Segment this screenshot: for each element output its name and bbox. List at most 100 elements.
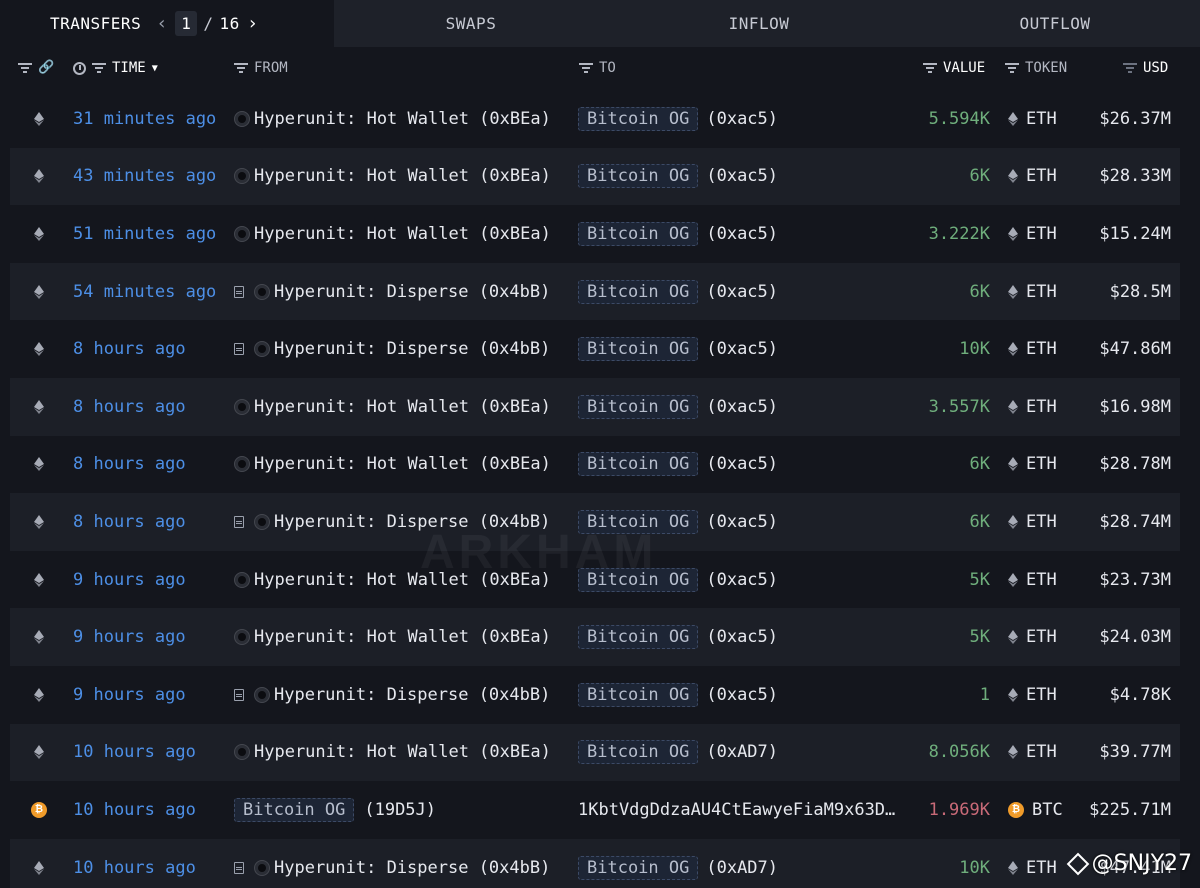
token-cell[interactable]: ETH (1008, 724, 1057, 782)
time-link[interactable]: 8 hours ago (73, 493, 186, 551)
time-link[interactable]: 43 minutes ago (73, 148, 216, 206)
header-from[interactable]: FROM (234, 60, 288, 76)
from-entity[interactable]: Hyperunit: Hot Wallet (0xBEa) (254, 166, 551, 186)
to-address[interactable]: (0xac5) (706, 109, 778, 129)
tab-swaps[interactable]: SWAPS (334, 0, 608, 47)
from-entity[interactable]: Hyperunit: Disperse (0x4bB) (274, 339, 550, 359)
token-cell[interactable]: ETH (1008, 666, 1057, 724)
time-link[interactable]: 10 hours ago (73, 839, 196, 888)
table-row[interactable]: 8 hours ago Hyperunit: Hot Wallet (0xBEa)… (10, 436, 1180, 494)
filter-icon[interactable] (234, 63, 248, 73)
page-current[interactable]: 1 (175, 11, 198, 36)
to-entity-badge[interactable]: Bitcoin OG (578, 337, 699, 362)
to-address[interactable]: (0xAD7) (706, 742, 778, 762)
from-entity[interactable]: Hyperunit: Hot Wallet (0xBEa) (254, 742, 551, 762)
to-address[interactable]: (0xac5) (706, 512, 778, 532)
time-link[interactable]: 9 hours ago (73, 608, 186, 666)
header-usd[interactable]: USD (1123, 60, 1168, 76)
to-address[interactable]: (0xac5) (706, 627, 778, 647)
token-cell[interactable]: ETH (1008, 205, 1057, 263)
to-address[interactable]: 1KbtVdgDdzaAU4CtEawyeFiaM9x63D… (578, 800, 895, 820)
filter-icon[interactable] (92, 63, 106, 73)
to-entity-badge[interactable]: Bitcoin OG (578, 452, 699, 477)
from-entity[interactable]: Hyperunit: Disperse (0x4bB) (274, 685, 550, 705)
to-address[interactable]: (0xac5) (706, 685, 778, 705)
chevron-right-icon[interactable]: › (246, 13, 260, 34)
to-entity-badge[interactable]: Bitcoin OG (578, 164, 699, 189)
token-cell[interactable]: ETH (1008, 608, 1057, 666)
to-address[interactable]: (0xac5) (706, 397, 778, 417)
tab-inflow[interactable]: INFLOW (608, 0, 910, 47)
token-cell[interactable]: ETH (1008, 90, 1057, 148)
from-address[interactable]: (19D5J) (364, 800, 436, 820)
to-address[interactable]: (0xac5) (706, 339, 778, 359)
to-entity-badge[interactable]: Bitcoin OG (578, 106, 699, 131)
to-entity-badge[interactable]: Bitcoin OG (578, 279, 699, 304)
from-entity-badge[interactable]: Bitcoin OG (234, 797, 355, 822)
to-entity-badge[interactable]: Bitcoin OG (578, 682, 699, 707)
token-cell[interactable]: ETH (1008, 378, 1057, 436)
to-address[interactable]: (0xac5) (706, 454, 778, 474)
table-row[interactable]: 10 hours ago Hyperunit: Hot Wallet (0xBEa… (10, 723, 1180, 782)
table-row[interactable]: 9 hours ago Hyperunit: Hot Wallet (0xBEa)… (10, 551, 1180, 609)
time-link[interactable]: 9 hours ago (73, 551, 186, 609)
token-cell[interactable]: ETH (1008, 436, 1057, 494)
filter-icon[interactable] (579, 63, 593, 73)
to-address[interactable]: (0xac5) (706, 166, 778, 186)
header-value[interactable]: VALUE (923, 60, 985, 76)
table-row[interactable]: 9 hours ago Hyperunit: Hot Wallet (0xBEa)… (10, 608, 1180, 666)
to-entity-badge[interactable]: Bitcoin OG (578, 740, 699, 765)
table-row[interactable]: 8 hours ago Hyperunit: Disperse (0x4bB) Bi… (10, 320, 1180, 378)
time-link[interactable]: 8 hours ago (73, 320, 186, 378)
table-row[interactable]: 8 hours ago Hyperunit: Disperse (0x4bB) Bi… (10, 493, 1180, 551)
token-cell[interactable]: ETH (1008, 839, 1057, 888)
from-entity[interactable]: Hyperunit: Disperse (0x4bB) (274, 858, 550, 878)
from-entity[interactable]: Hyperunit: Hot Wallet (0xBEa) (254, 224, 551, 244)
time-link[interactable]: 10 hours ago (73, 781, 196, 839)
tab-outflow[interactable]: OUTFLOW (910, 0, 1200, 47)
token-cell[interactable]: ₿ BTC (1008, 781, 1063, 839)
from-entity[interactable]: Hyperunit: Disperse (0x4bB) (274, 512, 550, 532)
from-entity[interactable]: Hyperunit: Hot Wallet (0xBEa) (254, 397, 551, 417)
to-address[interactable]: (0xAD7) (706, 858, 778, 878)
table-row[interactable]: ₿ 10 hours ago Bitcoin OG (19D5J) 1KbtVdgDdz… (10, 781, 1180, 839)
token-cell[interactable]: ETH (1008, 320, 1057, 378)
filter-icon[interactable] (1005, 63, 1019, 73)
header-time[interactable]: TIME ▼ (73, 60, 158, 76)
link-icon[interactable]: 🔗 (38, 60, 54, 75)
time-link[interactable]: 8 hours ago (73, 436, 186, 494)
token-cell[interactable]: ETH (1008, 263, 1057, 321)
to-entity-badge[interactable]: Bitcoin OG (578, 855, 699, 880)
tab-transfers[interactable]: TRANSFERS ‹ 1 / 16 › (0, 0, 334, 47)
from-entity[interactable]: Hyperunit: Disperse (0x4bB) (274, 282, 550, 302)
from-entity[interactable]: Hyperunit: Hot Wallet (0xBEa) (254, 627, 551, 647)
time-link[interactable]: 9 hours ago (73, 666, 186, 724)
chevron-left-icon[interactable]: ‹ (155, 13, 169, 34)
header-to[interactable]: TO (579, 60, 616, 76)
filter-icon[interactable] (18, 62, 32, 73)
table-row[interactable]: 51 minutes ago Hyperunit: Hot Wallet (0xB… (10, 205, 1180, 263)
from-entity[interactable]: Hyperunit: Hot Wallet (0xBEa) (254, 570, 551, 590)
time-link[interactable]: 8 hours ago (73, 378, 186, 436)
filter-icon[interactable] (923, 63, 937, 73)
filter-icon[interactable] (1123, 63, 1137, 73)
table-row[interactable]: 10 hours ago Hyperunit: Disperse (0x4bB) B… (10, 838, 1180, 888)
time-link[interactable]: 10 hours ago (73, 724, 196, 782)
to-address[interactable]: (0xac5) (706, 282, 778, 302)
to-entity-badge[interactable]: Bitcoin OG (578, 394, 699, 419)
header-token[interactable]: TOKEN (1005, 60, 1067, 76)
table-row[interactable]: 31 minutes ago Hyperunit: Hot Wallet (0xB… (10, 90, 1180, 148)
table-row[interactable]: 9 hours ago Hyperunit: Disperse (0x4bB) Bi… (10, 666, 1180, 724)
table-row[interactable]: 54 minutes ago Hyperunit: Disperse (0x4bB… (10, 262, 1180, 321)
caret-down-icon[interactable]: ▼ (152, 63, 158, 74)
to-entity-badge[interactable]: Bitcoin OG (578, 567, 699, 592)
time-link[interactable]: 31 minutes ago (73, 90, 216, 148)
time-link[interactable]: 51 minutes ago (73, 205, 216, 263)
to-address[interactable]: (0xac5) (706, 570, 778, 590)
token-cell[interactable]: ETH (1008, 148, 1057, 206)
from-entity[interactable]: Hyperunit: Hot Wallet (0xBEa) (254, 454, 551, 474)
token-cell[interactable]: ETH (1008, 493, 1057, 551)
header-chain[interactable]: 🔗 (18, 60, 54, 75)
from-entity[interactable]: Hyperunit: Hot Wallet (0xBEa) (254, 109, 551, 129)
to-address[interactable]: (0xac5) (706, 224, 778, 244)
